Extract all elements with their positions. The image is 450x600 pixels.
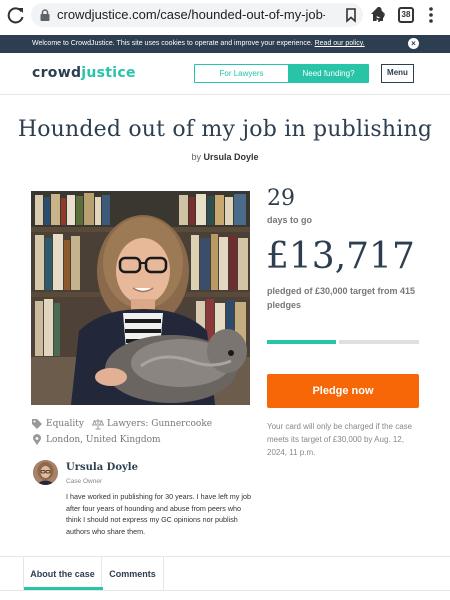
charge-note: Your card will only be charged if the ca… (267, 422, 413, 457)
location-pin-icon (33, 434, 41, 445)
avatar[interactable] (33, 460, 58, 485)
owner-role: Case Owner (66, 478, 103, 485)
browser-toolbar: crowdjustice.com/case/hounded-out-of-my-… (0, 0, 450, 30)
tag-icon (32, 419, 42, 429)
progress-fill (267, 340, 336, 344)
cookie-message: Welcome to CrowdJustice. This site uses … (32, 40, 313, 47)
tab-about-the-case[interactable]: About the case (23, 557, 103, 590)
funding-progress-bar (267, 340, 419, 344)
lawyers-tag[interactable]: Lawyers: Gunnercooke (92, 418, 212, 430)
crowdjustice-logo[interactable]: crowdjustice (32, 65, 136, 81)
for-lawyers-button[interactable]: For Lawyers (194, 64, 289, 83)
menu-button[interactable]: Menu (381, 64, 414, 83)
owner-description: I have worked in publishing for 30 years… (66, 492, 251, 536)
days-remaining: 29 (267, 186, 295, 211)
lock-icon (40, 9, 50, 21)
progress-divider (336, 340, 339, 344)
case-tabs: About the case Comments (0, 556, 450, 600)
site-header: crowdjustice For Lawyers Need funding? M… (0, 53, 450, 95)
close-icon[interactable]: × (408, 38, 419, 49)
owner-name[interactable]: Ursula Doyle (66, 462, 138, 473)
category-tag[interactable]: Equality (31, 418, 84, 430)
address-bar[interactable]: crowdjustice.com/case/hounded-out-of-my-… (31, 3, 385, 27)
days-remaining-label: days to go (267, 215, 313, 225)
amount-raised: £13,717 (266, 236, 415, 277)
author-name[interactable]: Ursula Doyle (204, 152, 259, 162)
pledge-now-button[interactable]: Pledge now (267, 374, 419, 408)
tabs-icon[interactable]: 38 (398, 7, 414, 23)
need-funding-button[interactable]: Need funding? (288, 64, 369, 83)
scales-icon (92, 419, 104, 430)
case-photo (31, 191, 250, 405)
bookmark-icon[interactable] (343, 7, 359, 23)
pledged-summary: pledged of £30,000 target from 415 pledg… (267, 286, 416, 310)
page-title: Hounded out of my job in publishing (17, 117, 433, 142)
tab-comments[interactable]: Comments (102, 557, 164, 590)
byline: by Ursula Doyle (191, 152, 259, 162)
location-tag: London, United Kingdom (31, 434, 161, 446)
more-icon[interactable] (428, 6, 434, 24)
reload-icon[interactable] (6, 5, 26, 25)
home-icon[interactable] (369, 5, 387, 23)
cookie-banner: Welcome to CrowdJustice. This site uses … (0, 35, 450, 53)
cookie-policy-link[interactable]: Read our policy. (315, 40, 365, 47)
url-text: crowdjustice.com/case/hounded-out-of-my-… (57, 7, 325, 22)
